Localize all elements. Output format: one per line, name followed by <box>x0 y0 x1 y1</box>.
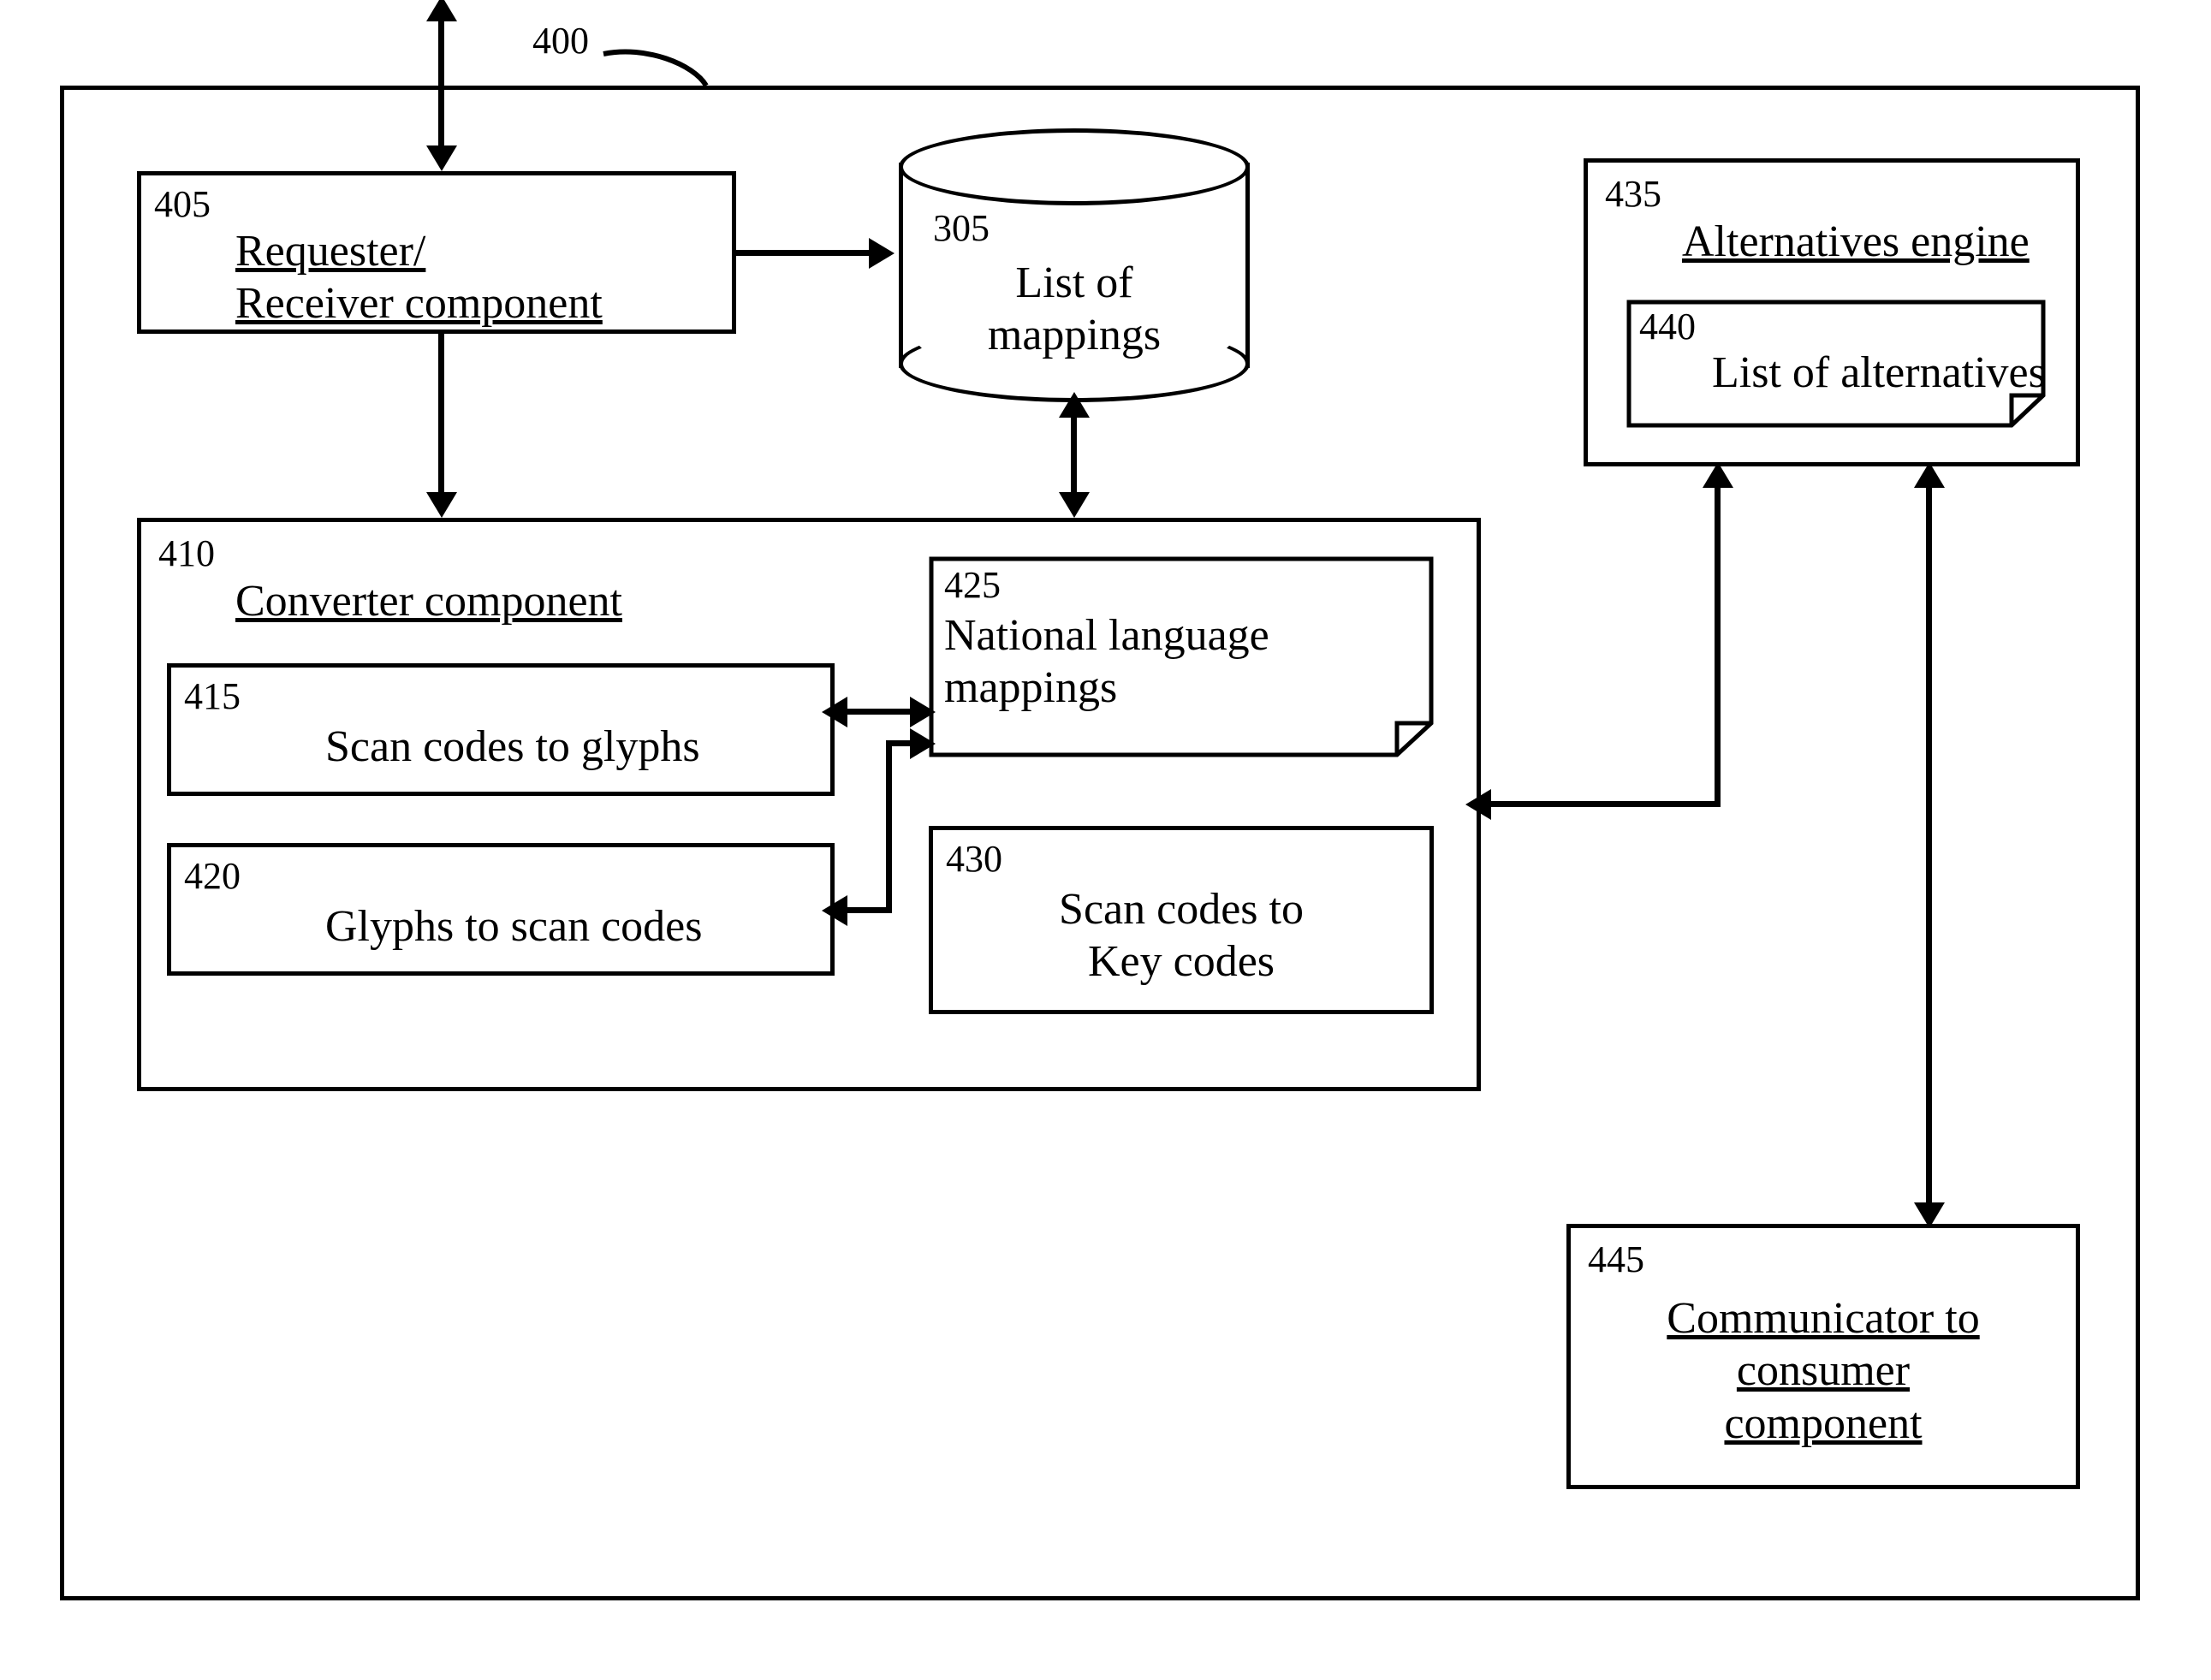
list-alt-title: List of alternatives <box>1712 347 2046 399</box>
arrow-415-425-head-l <box>822 697 847 727</box>
mappings-ref: 305 <box>933 210 990 247</box>
arrow-435-445-head-d <box>1914 1202 1945 1228</box>
scan-to-glyphs-box: 415 Scan codes to glyphs <box>167 663 835 796</box>
arrow-410-435-v <box>1715 475 1721 807</box>
alternatives-title: Alternatives engine <box>1682 216 2030 268</box>
converter-ref: 410 <box>158 535 215 573</box>
external-arrow-head-down <box>426 145 457 171</box>
arrow-435-445-head-u <box>1914 462 1945 488</box>
converter-box: 410 Converter component 415 Scan codes t… <box>137 518 1481 1091</box>
scan-to-glyphs-title: Scan codes to glyphs <box>325 721 700 773</box>
list-alt-ref: 440 <box>1639 308 1696 346</box>
scan-to-key-box: 430 Scan codes to Key codes <box>929 826 1434 1014</box>
communicator-title: Communicator to consumer component <box>1571 1292 2076 1450</box>
arrow-415-425-head-r <box>910 697 936 727</box>
arrow-420-425-head-into-425 <box>910 728 936 759</box>
arrow-405-305-head <box>869 238 895 269</box>
list-of-alternatives-doc: 440 List of alternatives <box>1626 300 2046 428</box>
arrow-415-425-shaft <box>839 709 920 715</box>
communicator-ref: 445 <box>1588 1241 1644 1279</box>
mappings-cylinder: 305 List of mappings <box>899 128 1250 402</box>
alternatives-ref: 435 <box>1605 175 1661 213</box>
arrow-420-425-head-into-420 <box>822 895 847 926</box>
scan-to-glyphs-ref: 415 <box>184 678 241 715</box>
arrow-420-425-v <box>886 740 892 913</box>
arrow-305-410-head-down <box>1059 492 1090 518</box>
scan-to-key-ref: 430 <box>946 840 1002 878</box>
external-arrow-shaft <box>438 9 444 163</box>
glyphs-to-scan-box: 420 Glyphs to scan codes <box>167 843 835 976</box>
converter-title: Converter component <box>235 575 622 627</box>
external-arrow-head-up <box>426 0 457 21</box>
nl-mappings-ref: 425 <box>944 567 1001 604</box>
scan-to-key-title: Scan codes to Key codes <box>933 883 1429 988</box>
mappings-title: List of mappings <box>899 257 1250 362</box>
glyphs-to-scan-ref: 420 <box>184 858 241 895</box>
arrow-410-435-head-u <box>1703 462 1733 488</box>
arrow-405-410-shaft <box>438 334 444 505</box>
requester-ref: 405 <box>154 186 211 223</box>
nl-mappings-doc: 425 National language mappings <box>929 556 1434 757</box>
nl-mappings-title: National language mappings <box>944 609 1269 715</box>
figure-ref-curve <box>599 39 719 90</box>
arrow-410-435-head-l <box>1465 789 1491 820</box>
arrow-305-410-shaft <box>1071 402 1077 505</box>
communicator-box: 445 Communicator to consumer component <box>1566 1224 2080 1489</box>
figure-ref-400: 400 <box>532 22 589 60</box>
alternatives-engine-box: 435 Alternatives engine 440 List of alte… <box>1584 158 2080 466</box>
arrow-410-435-h <box>1481 801 1721 807</box>
requester-title: Requester/ Receiver component <box>235 225 603 330</box>
requester-receiver-box: 405 Requester/ Receiver component <box>137 171 736 334</box>
arrow-305-410-head-up <box>1059 392 1090 418</box>
diagram-canvas: 400 405 Requester/ Receiver component 30… <box>0 0 2211 1680</box>
arrow-435-445-shaft <box>1926 475 1932 1211</box>
arrow-405-410-head <box>426 492 457 518</box>
glyphs-to-scan-title: Glyphs to scan codes <box>325 900 702 953</box>
arrow-405-305-shaft <box>736 250 873 256</box>
